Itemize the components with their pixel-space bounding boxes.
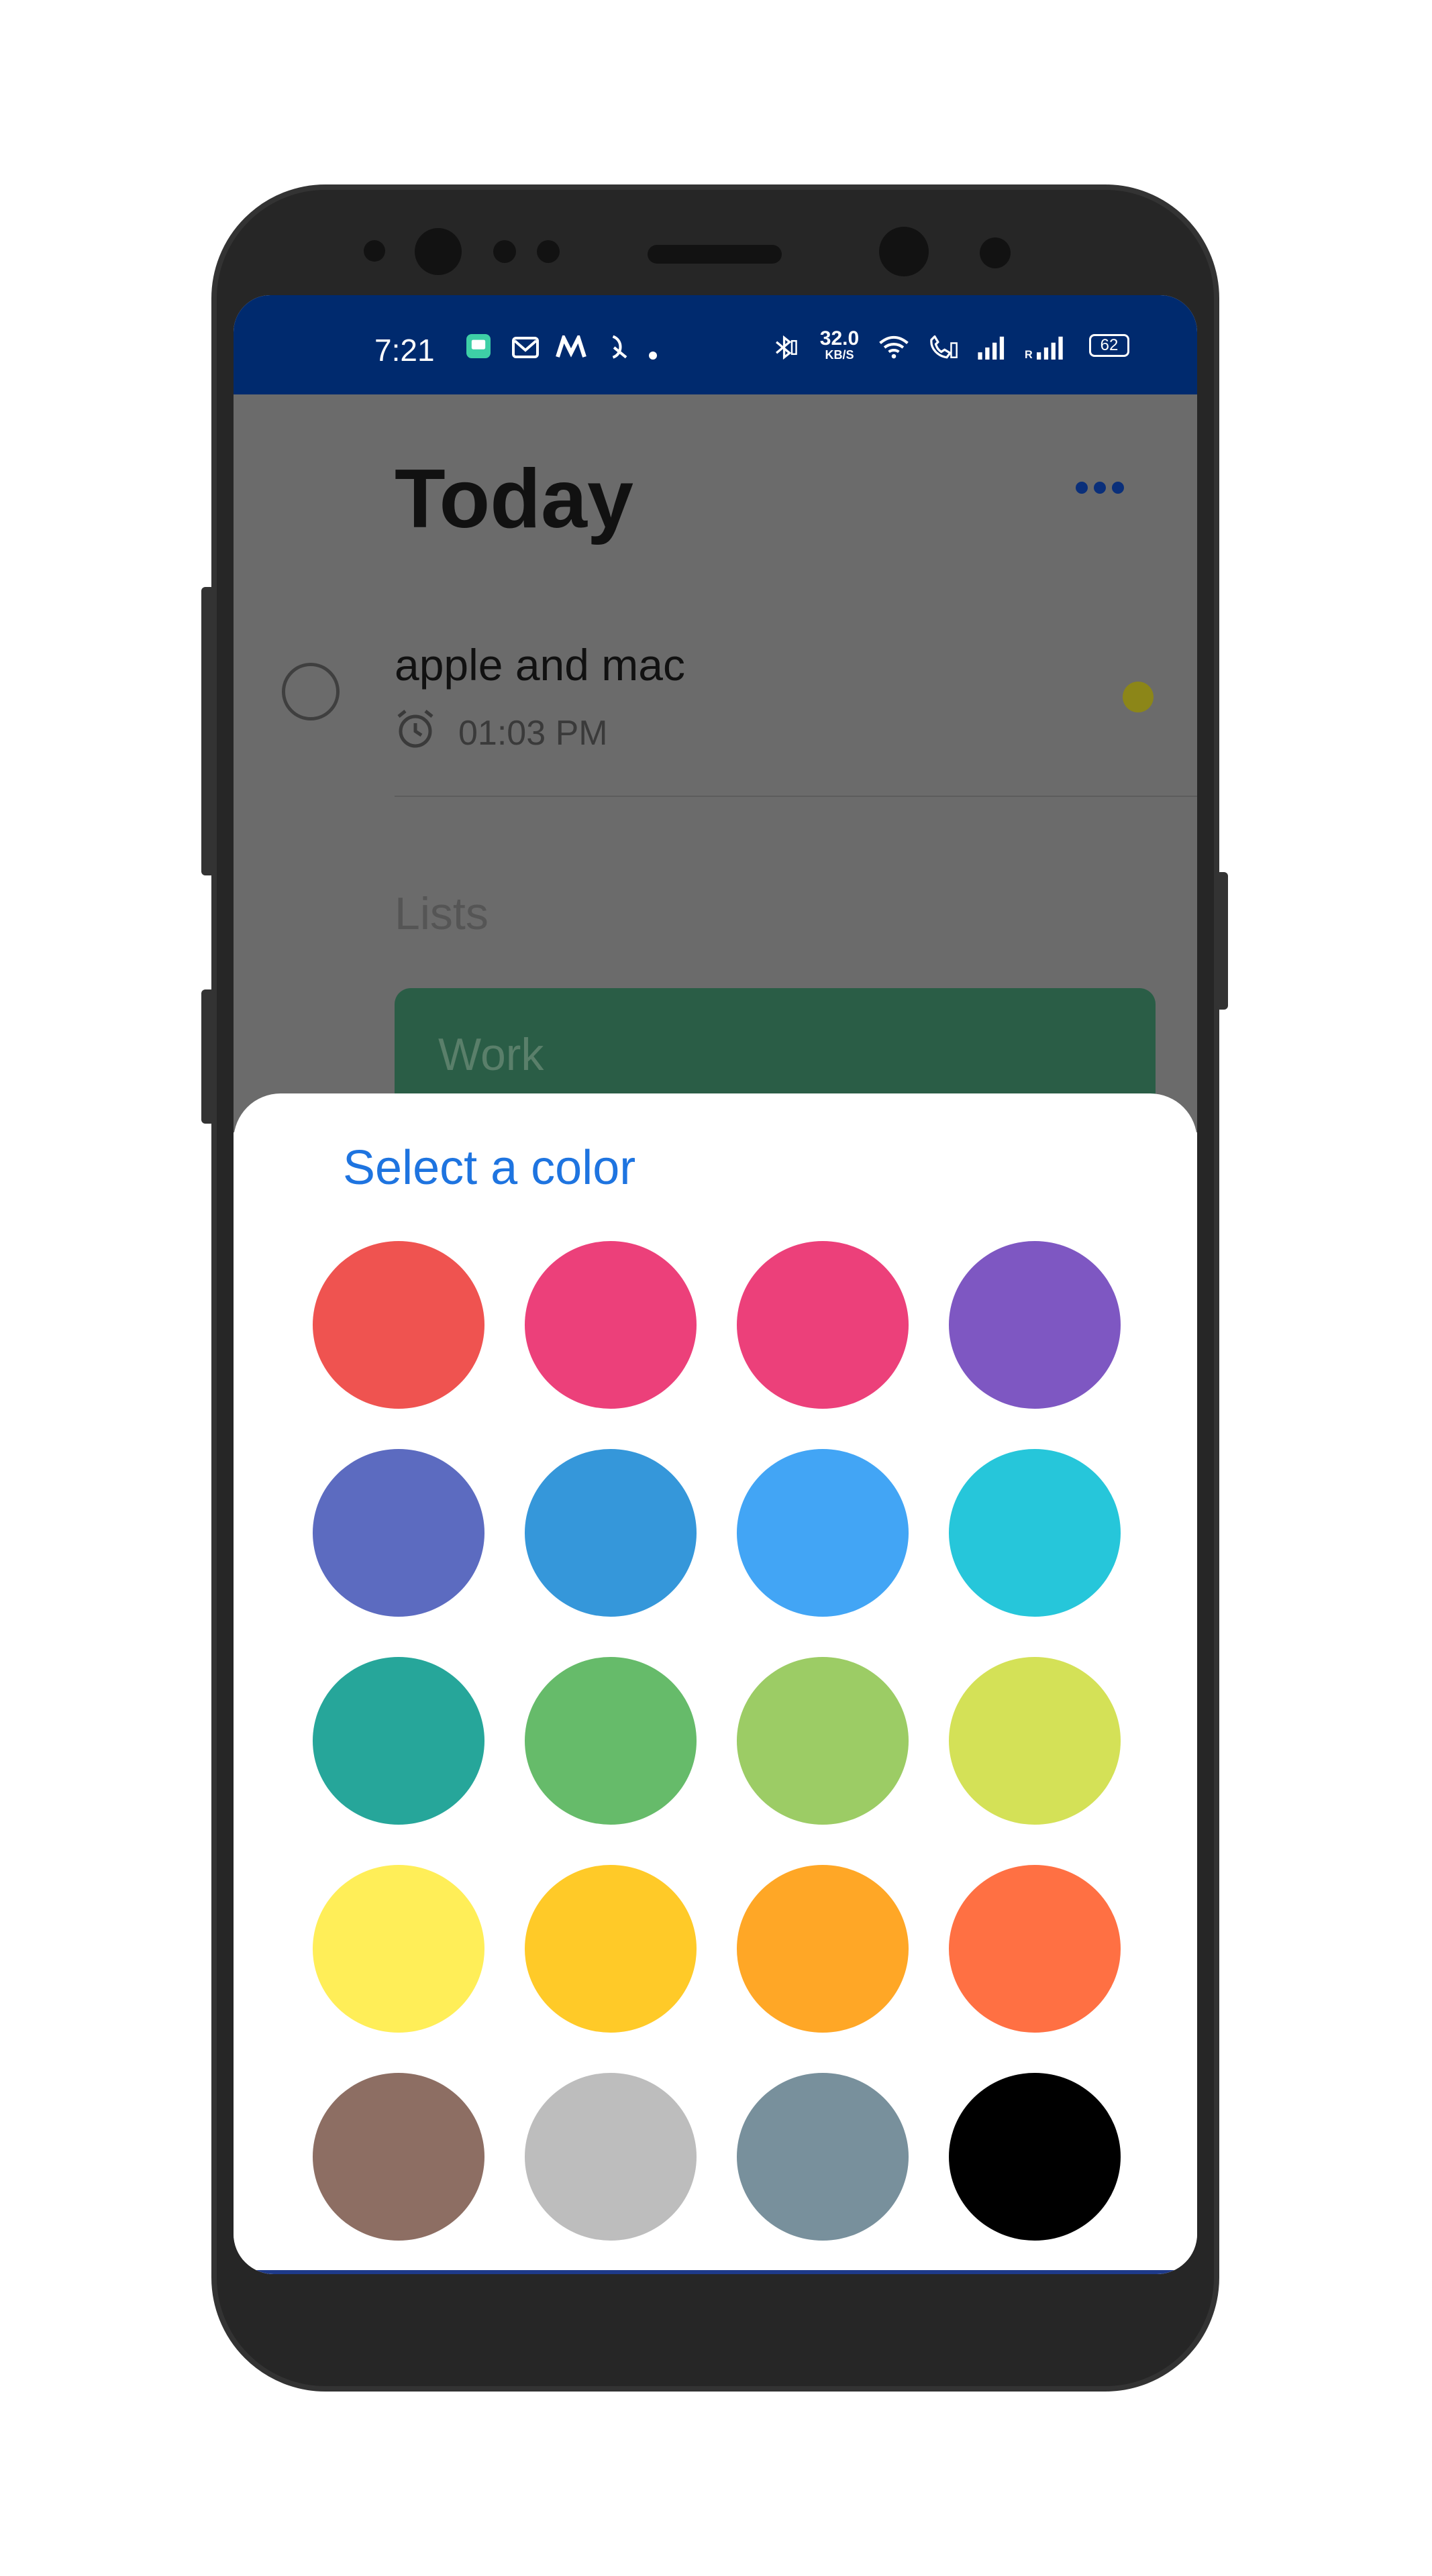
roaming-signal-icon: R — [1025, 336, 1063, 360]
moon-notification-icon — [612, 335, 627, 359]
color-swatch[interactable] — [525, 1657, 697, 1825]
front-camera — [415, 228, 462, 275]
alarm-clock-icon — [397, 710, 433, 748]
more-notifications-dot-icon — [649, 352, 657, 360]
power-button — [1216, 872, 1228, 1010]
color-swatch[interactable] — [313, 2073, 484, 2241]
page-title: Today — [395, 453, 633, 545]
signal-strength-icon — [978, 336, 1005, 360]
status-bar: 7:21 32.0 KB/S R 62 — [234, 295, 1197, 394]
sensor-dot — [980, 237, 1011, 268]
volume-down-button — [201, 989, 215, 1124]
color-swatch[interactable] — [737, 1657, 909, 1825]
app-m-notification-icon — [556, 335, 586, 358]
more-horizontal-icon[interactable] — [1076, 482, 1130, 497]
network-speed: 32.0 KB/S — [816, 327, 863, 362]
color-swatch[interactable] — [525, 1241, 697, 1409]
task-complete-checkbox[interactable] — [282, 663, 340, 720]
sensor-dot — [537, 240, 560, 263]
status-time: 7:21 — [374, 333, 435, 368]
color-swatch[interactable] — [949, 2073, 1121, 2241]
wifi-calling-icon — [930, 335, 958, 359]
phone-screen: 7:21 32.0 KB/S R 62 Today apple and mac … — [234, 295, 1197, 2274]
task-title[interactable]: apple and mac — [395, 639, 685, 690]
network-speed-unit: KB/S — [825, 348, 854, 362]
color-swatch[interactable] — [949, 1241, 1121, 1409]
color-swatch[interactable] — [737, 2073, 909, 2241]
gmail-notification-icon — [512, 337, 539, 358]
sensor-dot — [364, 240, 385, 262]
wifi-icon — [879, 335, 909, 359]
task-time: 01:03 PM — [458, 714, 608, 753]
color-swatch[interactable] — [313, 1241, 484, 1409]
color-swatch[interactable] — [313, 1449, 484, 1617]
secondary-camera — [879, 227, 929, 276]
color-swatch[interactable] — [737, 1865, 909, 2033]
color-swatch[interactable] — [737, 1449, 909, 1617]
volume-up-button — [201, 587, 215, 875]
color-swatch[interactable] — [313, 1657, 484, 1825]
sensor-dot — [493, 240, 516, 263]
bottom-edge-line — [234, 2270, 1197, 2274]
color-swatch-grid — [313, 1241, 1121, 2241]
list-card-label: Work — [438, 1029, 544, 1080]
color-swatch[interactable] — [949, 1657, 1121, 1825]
chat-notification-icon — [466, 334, 491, 358]
sheet-title: Select a color — [343, 1141, 636, 1195]
lists-section-label: Lists — [395, 888, 489, 939]
color-swatch[interactable] — [737, 1241, 909, 1409]
color-swatch[interactable] — [949, 1865, 1121, 2033]
color-swatch[interactable] — [949, 1449, 1121, 1617]
task-color-dot — [1123, 682, 1154, 712]
bluetooth-icon — [776, 335, 797, 360]
color-swatch[interactable] — [525, 1865, 697, 2033]
network-speed-value: 32.0 — [819, 327, 860, 350]
battery-icon: 62 — [1089, 334, 1129, 357]
color-swatch[interactable] — [525, 2073, 697, 2241]
today-screen: Today apple and mac 01:03 PM Lists Work — [234, 394, 1197, 1189]
color-swatch[interactable] — [313, 1865, 484, 2033]
svg-text:R: R — [1025, 349, 1033, 360]
battery-level: 62 — [1100, 336, 1119, 354]
earpiece-speaker — [648, 245, 782, 264]
task-divider — [395, 796, 1197, 797]
color-swatch[interactable] — [525, 1449, 697, 1617]
color-picker-sheet: Select a color — [234, 1093, 1197, 2274]
